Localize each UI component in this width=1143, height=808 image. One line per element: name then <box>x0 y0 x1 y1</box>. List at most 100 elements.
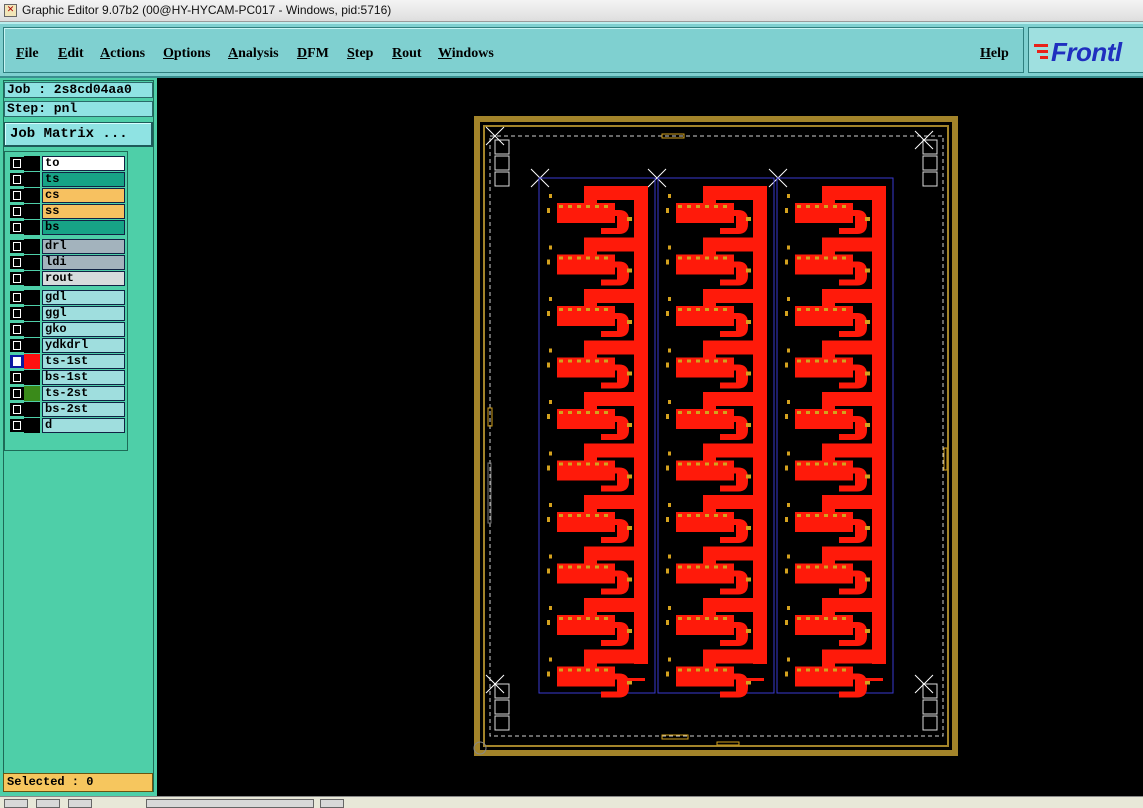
pcb-panel-view[interactable] <box>157 78 1143 796</box>
gold-pad <box>568 514 572 517</box>
layer-row-d[interactable]: d <box>8 418 126 433</box>
bottom-tool-3[interactable] <box>68 799 92 808</box>
layer-color-swatch[interactable] <box>24 370 40 385</box>
layer-checkbox[interactable] <box>10 403 24 416</box>
graphic-canvas[interactable] <box>157 78 1143 796</box>
layer-row-gko[interactable]: gko <box>8 322 126 337</box>
layer-row-bs-1st[interactable]: bs-1st <box>8 370 126 385</box>
bottom-tool-1[interactable] <box>4 799 28 808</box>
layer-checkbox[interactable] <box>10 339 24 352</box>
layer-name[interactable]: gdl <box>42 290 125 305</box>
layer-name[interactable]: ts <box>42 172 125 187</box>
layer-color-swatch[interactable] <box>24 271 40 286</box>
layer-color-swatch[interactable] <box>24 418 40 433</box>
gold-pad <box>746 217 751 221</box>
layer-row-gdl[interactable]: gdl <box>8 290 126 305</box>
layer-checkbox[interactable] <box>10 323 24 336</box>
layer-checkbox[interactable] <box>10 371 24 384</box>
layer-checkbox[interactable] <box>10 240 24 253</box>
bottom-tool-2[interactable] <box>36 799 60 808</box>
menu-dfm[interactable]: DFM <box>297 46 329 62</box>
gold-pad <box>696 617 700 620</box>
layer-color-swatch[interactable] <box>24 402 40 417</box>
gold-pad <box>842 308 846 311</box>
layer-checkbox[interactable] <box>10 205 24 218</box>
menu-rout[interactable]: Rout <box>392 46 422 62</box>
job-matrix-button[interactable]: Job Matrix ... <box>4 122 153 147</box>
menu-analysis[interactable]: Analysis <box>228 46 279 62</box>
layer-row-ts-1st[interactable]: ts-1st <box>8 354 126 369</box>
layer-checkbox[interactable] <box>10 387 24 400</box>
layer-color-swatch[interactable] <box>24 306 40 321</box>
layer-checkbox[interactable] <box>10 157 24 170</box>
layer-checkbox[interactable] <box>10 307 24 320</box>
layer-checkbox[interactable] <box>10 272 24 285</box>
layer-color-swatch[interactable] <box>24 386 40 401</box>
layer-color-swatch[interactable] <box>24 338 40 353</box>
layer-row-to[interactable]: to <box>8 156 126 171</box>
layer-color-swatch[interactable] <box>24 156 40 171</box>
layer-color-swatch[interactable] <box>24 290 40 305</box>
layer-row-drl[interactable]: drl <box>8 239 126 254</box>
bottom-field[interactable] <box>146 799 314 808</box>
layer-row-ts[interactable]: ts <box>8 172 126 187</box>
layer-color-swatch[interactable] <box>24 172 40 187</box>
gold-pad <box>678 668 682 672</box>
bottom-tool-4[interactable] <box>320 799 344 808</box>
layer-row-ts-2st[interactable]: ts-2st <box>8 386 126 401</box>
layer-name[interactable]: ldi <box>42 255 125 270</box>
layer-color-swatch[interactable] <box>24 255 40 270</box>
window-title: Graphic Editor 9.07b2 (00@HY-HYCAM-PC017… <box>22 3 392 17</box>
gold-pad <box>806 565 810 569</box>
layer-row-ldi[interactable]: ldi <box>8 255 126 270</box>
gold-pad <box>586 411 590 414</box>
layer-checkbox[interactable] <box>10 221 24 234</box>
layer-name[interactable]: bs <box>42 220 125 235</box>
menu-step[interactable]: Step <box>347 46 373 62</box>
layer-checkbox[interactable] <box>10 355 24 368</box>
layer-name[interactable]: d <box>42 418 125 433</box>
menu-actions[interactable]: Actions <box>100 46 145 62</box>
layer-name[interactable]: bs-2st <box>42 402 125 417</box>
layer-name[interactable]: ydkdrl <box>42 338 125 353</box>
layer-color-swatch[interactable] <box>24 322 40 337</box>
layer-checkbox[interactable] <box>10 256 24 269</box>
layer-name[interactable]: gko <box>42 322 125 337</box>
layer-name[interactable]: to <box>42 156 125 171</box>
layer-name[interactable]: ts-2st <box>42 386 125 401</box>
menu-help[interactable]: Help <box>980 46 1009 62</box>
layer-name[interactable]: cs <box>42 188 125 203</box>
fiducial-box <box>494 699 510 715</box>
menu-edit[interactable]: Edit <box>58 46 84 62</box>
layer-color-swatch[interactable] <box>24 204 40 219</box>
menu-options[interactable]: Options <box>163 46 210 62</box>
layer-color-swatch[interactable] <box>24 354 40 369</box>
layer-row-rout[interactable]: rout <box>8 271 126 286</box>
layer-checkbox[interactable] <box>10 419 24 432</box>
layer-row-bs[interactable]: bs <box>8 220 126 235</box>
layer-name[interactable]: ggl <box>42 306 125 321</box>
layer-name[interactable]: bs-1st <box>42 370 125 385</box>
layer-row-ggl[interactable]: ggl <box>8 306 126 321</box>
gold-pad <box>785 620 788 625</box>
layer-name[interactable]: ts-1st <box>42 354 125 369</box>
layer-color-swatch[interactable] <box>24 188 40 203</box>
layer-row-ss[interactable]: ss <box>8 204 126 219</box>
gold-pad <box>833 462 837 466</box>
layer-name[interactable]: rout <box>42 271 125 286</box>
layer-checkbox[interactable] <box>10 291 24 304</box>
layer-row-bs-2st[interactable]: bs-2st <box>8 402 126 417</box>
gold-pad <box>687 308 691 311</box>
layer-color-swatch[interactable] <box>24 239 40 254</box>
layer-color-swatch[interactable] <box>24 220 40 235</box>
layer-row-cs[interactable]: cs <box>8 188 126 203</box>
layer-checkbox[interactable] <box>10 189 24 202</box>
layer-name[interactable]: drl <box>42 239 125 254</box>
layer-checkbox[interactable] <box>10 173 24 186</box>
menu-file[interactable]: File <box>16 46 39 62</box>
gold-pad <box>549 245 552 250</box>
layer-row-ydkdrl[interactable]: ydkdrl <box>8 338 126 353</box>
gold-pad <box>696 514 700 517</box>
menu-windows[interactable]: Windows <box>438 46 494 62</box>
layer-name[interactable]: ss <box>42 204 125 219</box>
